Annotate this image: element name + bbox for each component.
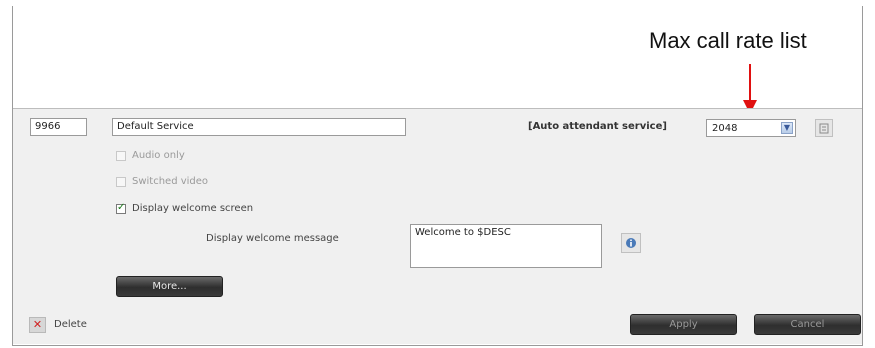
switched-video-checkbox[interactable] [116, 177, 126, 187]
list-icon [819, 123, 829, 133]
audio-only-checkbox[interactable] [116, 151, 126, 161]
switched-video-label: Switched video [132, 176, 209, 187]
service-number-value: 9966 [35, 121, 61, 132]
auto-attendant-label: [Auto attendant service] [528, 121, 667, 132]
rate-info-button[interactable] [815, 119, 833, 137]
max-call-rate-value: 2048 [712, 123, 738, 134]
display-welcome-screen-checkbox[interactable] [116, 202, 126, 214]
apply-button[interactable]: Apply [630, 314, 737, 335]
cancel-button[interactable]: Cancel [754, 314, 861, 335]
service-name-value: Default Service [117, 121, 194, 132]
more-button[interactable]: More... [116, 276, 223, 297]
welcome-message-label: Display welcome message [206, 233, 339, 244]
audio-only-label: Audio only [132, 150, 185, 161]
callout-label: Max call rate list [649, 28, 807, 53]
max-call-rate-select[interactable]: 2048 ▼ [706, 119, 796, 137]
delete-link[interactable]: Delete [54, 319, 87, 330]
welcome-info-button[interactable] [621, 233, 641, 253]
info-icon [626, 238, 636, 248]
welcome-message-value: Welcome to $DESC [415, 227, 511, 238]
display-welcome-screen-label: Display welcome screen [132, 203, 254, 214]
service-name-field[interactable]: Default Service [112, 118, 406, 136]
callout-arrow [749, 64, 751, 104]
chevron-down-icon[interactable]: ▼ [781, 122, 793, 134]
service-number-field[interactable]: 9966 [30, 118, 87, 136]
welcome-message-textarea[interactable]: Welcome to $DESC [410, 224, 602, 268]
close-icon[interactable]: ✕ [29, 317, 46, 333]
